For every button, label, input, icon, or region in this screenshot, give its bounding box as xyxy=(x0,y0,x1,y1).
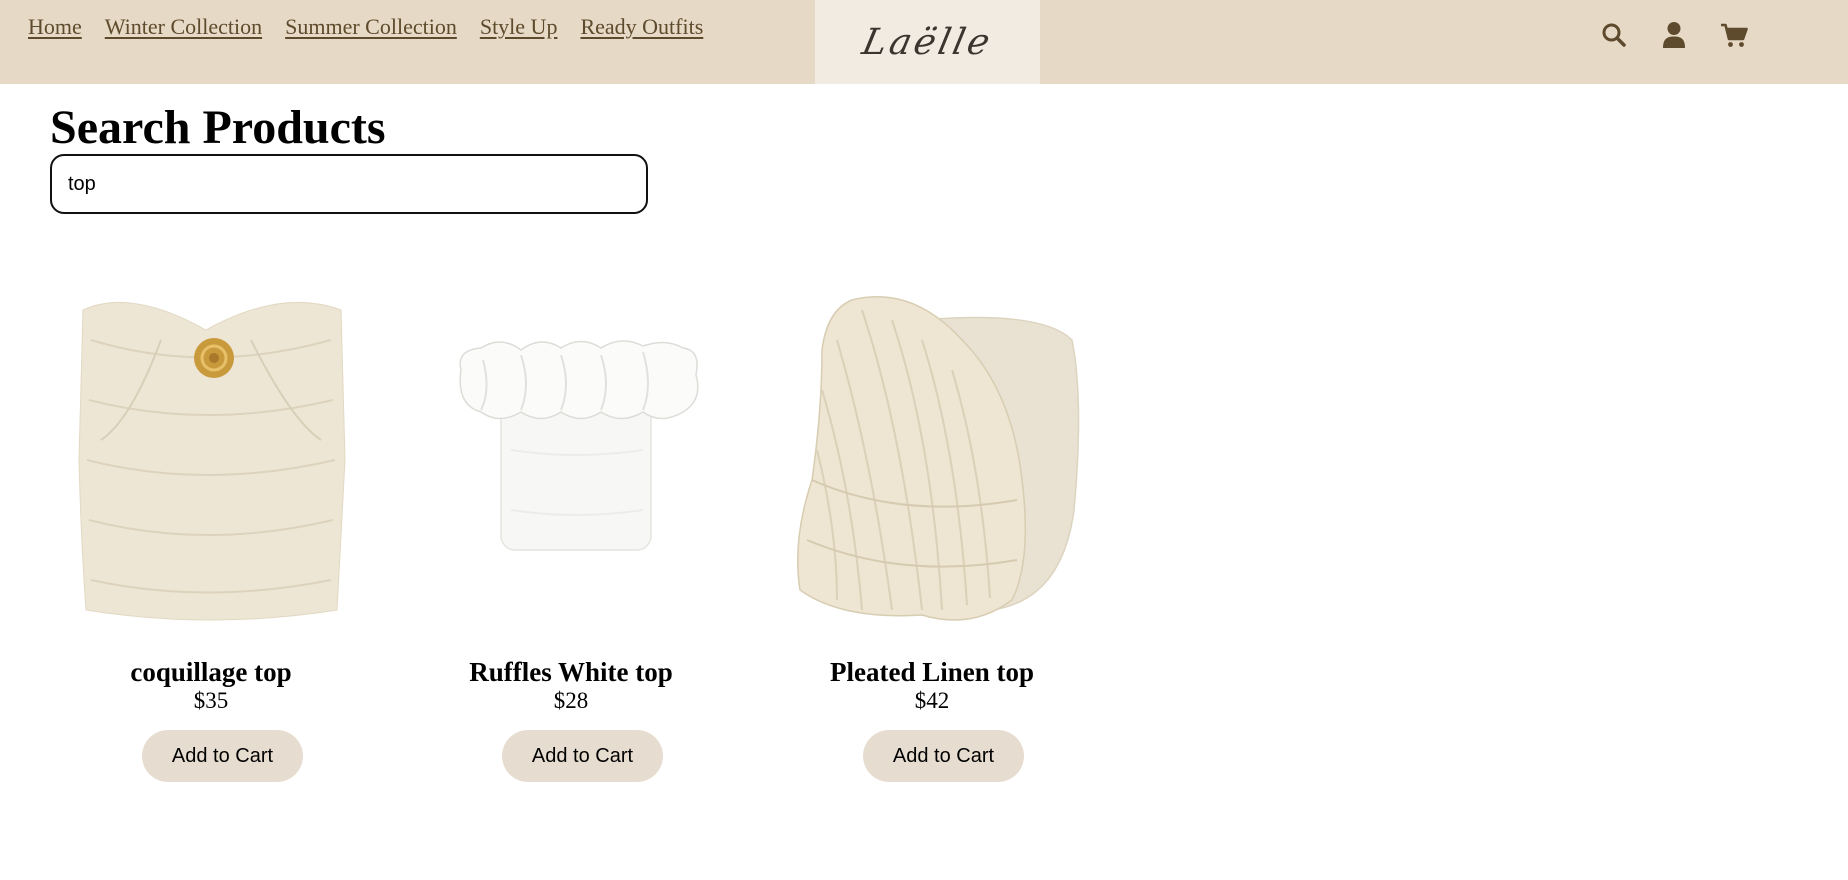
nav-link-ready-outfits[interactable]: Ready Outfits xyxy=(580,14,703,40)
product-image-pleated-linen-top[interactable] xyxy=(782,280,1082,630)
site-header: Home Winter Collection Summer Collection… xyxy=(0,0,1848,84)
search-input[interactable] xyxy=(50,154,648,214)
product-price: $28 xyxy=(553,688,589,713)
product-card: Pleated Linen top $42 Add to Cart xyxy=(782,280,1082,782)
product-price: $42 xyxy=(914,688,950,713)
page-title: Search Products xyxy=(50,101,386,154)
header-icons xyxy=(1600,20,1748,50)
nav-link-home[interactable]: Home xyxy=(28,14,82,40)
logo-text: Laëlle xyxy=(858,21,997,63)
nav-link-style-up[interactable]: Style Up xyxy=(480,14,558,40)
nav-link-summer-collection[interactable]: Summer Collection xyxy=(285,14,457,40)
main-nav: Home Winter Collection Summer Collection… xyxy=(28,14,703,40)
logo[interactable]: Laëlle xyxy=(815,0,1040,84)
add-to-cart-button[interactable]: Add to Cart xyxy=(142,730,303,782)
add-to-cart-button[interactable]: Add to Cart xyxy=(863,730,1024,782)
product-card: Ruffles White top $28 Add to Cart xyxy=(421,280,721,782)
add-to-cart-button[interactable]: Add to Cart xyxy=(502,730,663,782)
product-card: coquillage top $35 Add to Cart xyxy=(61,280,361,782)
product-name: coquillage top xyxy=(130,657,292,687)
cart-icon[interactable] xyxy=(1720,20,1748,50)
product-image-coquillage-top[interactable] xyxy=(61,280,361,630)
product-image-ruffles-white-top[interactable] xyxy=(421,280,721,630)
product-name: Ruffles White top xyxy=(469,657,673,687)
product-price: $35 xyxy=(193,688,229,713)
nav-link-winter-collection[interactable]: Winter Collection xyxy=(105,14,262,40)
user-icon[interactable] xyxy=(1660,20,1688,50)
search-icon[interactable] xyxy=(1600,20,1628,50)
product-name: Pleated Linen top xyxy=(829,657,1034,687)
